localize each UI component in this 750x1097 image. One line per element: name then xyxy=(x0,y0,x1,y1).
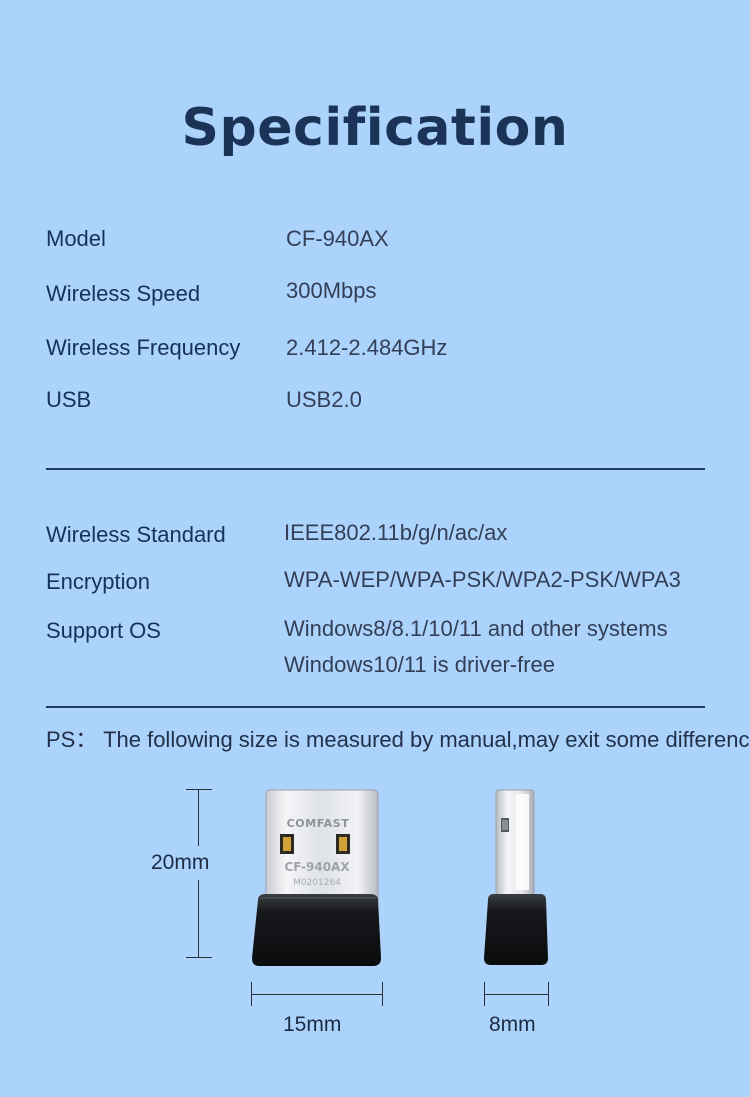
section-divider xyxy=(46,468,705,470)
width-dimension-label: 15mm xyxy=(283,1013,342,1036)
spec-label: Support OS xyxy=(46,618,161,643)
spec-value: WPA-WEP/WPA-PSK/WPA2-PSK/WPA3 xyxy=(284,567,681,592)
spec-label: Wireless Standard xyxy=(46,522,226,547)
usb-adapter-front-image: COMFAST CF-940AX M0201264 xyxy=(252,789,381,966)
spec-label: Model xyxy=(46,226,106,251)
spec-label: USB xyxy=(46,387,92,412)
dimension-cap-right xyxy=(382,982,383,1006)
usb-adapter-side-image xyxy=(484,789,548,965)
dimension-cap-top xyxy=(186,789,212,790)
ps-note: PS： The following size is measured by ma… xyxy=(46,727,750,752)
dimension-line xyxy=(198,880,199,957)
model-print: CF-940AX xyxy=(284,860,350,874)
brand-print: COMFAST xyxy=(287,817,350,830)
spec-value: CF-940AX xyxy=(286,226,389,251)
dimension-line xyxy=(484,994,548,995)
spec-label: Wireless Speed xyxy=(46,281,201,306)
dimension-line xyxy=(251,994,382,995)
spec-value: 2.412-2.484GHz xyxy=(286,335,448,360)
spec-value-line2: Windows10/11 is driver-free xyxy=(284,652,556,677)
section-divider xyxy=(46,706,705,708)
height-dimension-label: 20mm xyxy=(151,851,210,874)
serial-print: M0201264 xyxy=(293,878,341,888)
thickness-dimension-label: 8mm xyxy=(489,1013,536,1036)
spec-label: Encryption xyxy=(46,569,150,594)
dimension-line xyxy=(198,789,199,846)
spec-label: Wireless Frequency xyxy=(46,335,241,360)
spec-value: Windows8/8.1/10/11 and other systems xyxy=(284,616,668,641)
dimension-cap-right xyxy=(548,982,549,1006)
spec-value: USB2.0 xyxy=(286,387,362,412)
spec-value: 300Mbps xyxy=(286,278,377,303)
spec-value: IEEE802.11b/g/n/ac/ax xyxy=(284,520,508,545)
dimension-cap-bottom xyxy=(186,957,212,958)
page-title: Specification xyxy=(181,98,569,158)
